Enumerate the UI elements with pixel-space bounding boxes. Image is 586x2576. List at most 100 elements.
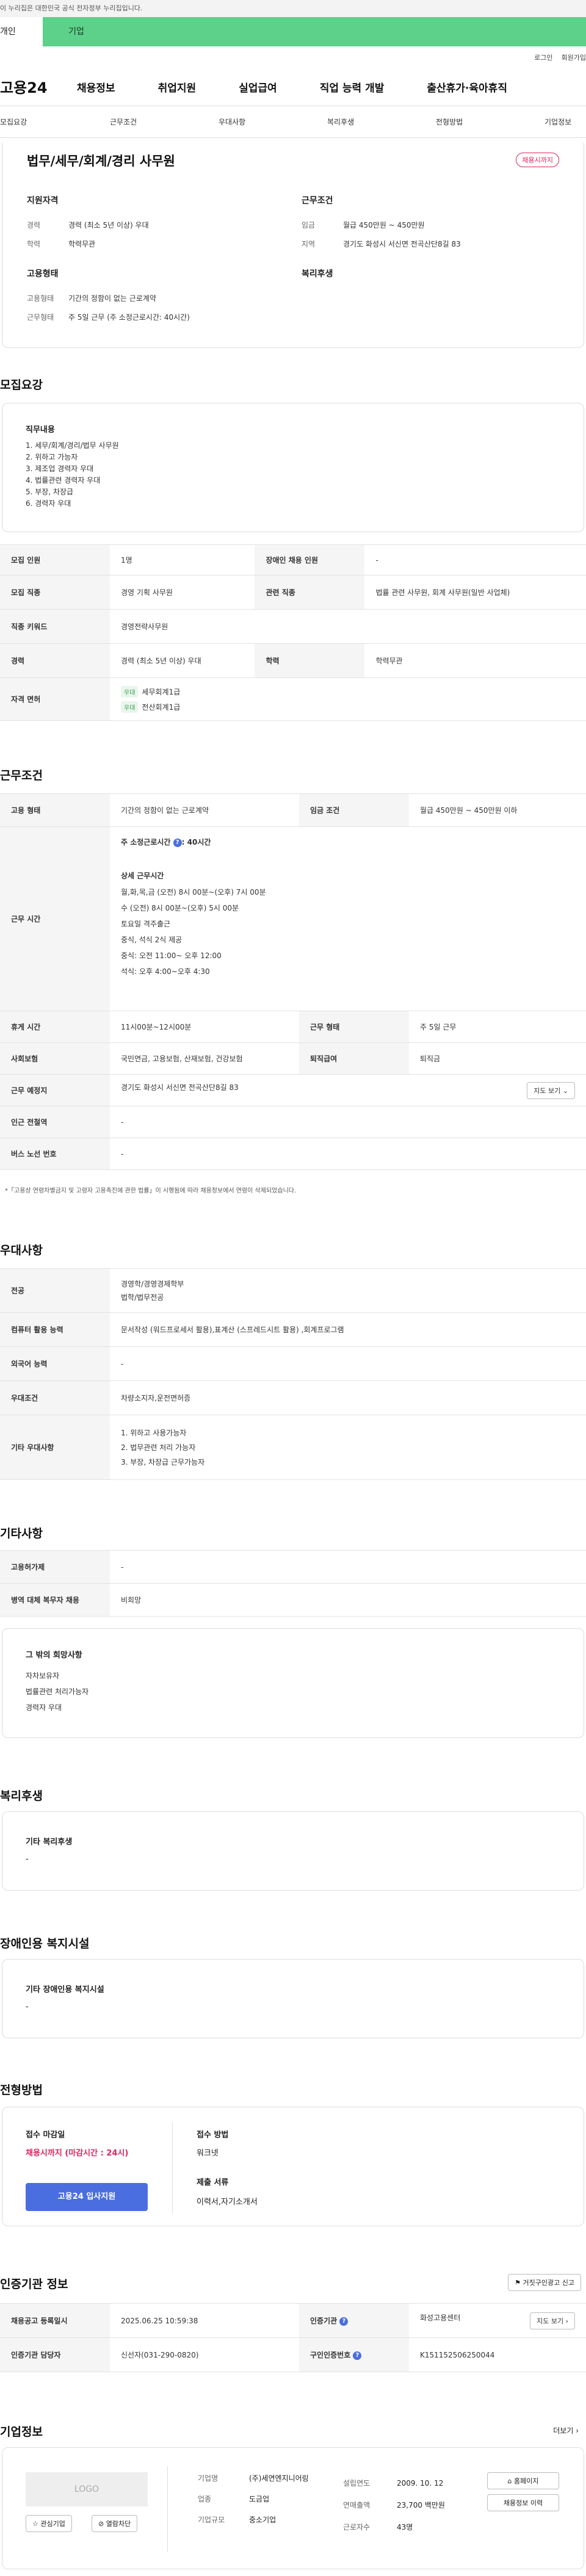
signup-link[interactable]: 회원가입: [562, 54, 586, 62]
main-nav: 채용정보 취업지원 실업급여 직업 능력 개발 출산휴가·육아휴직: [77, 79, 507, 95]
docs-title: 제출 서류: [197, 2178, 229, 2187]
etc-box-title: 그 밖의 희망사항: [26, 1651, 82, 1660]
block-button[interactable]: ⊘ 열람차단: [92, 2515, 138, 2532]
docs-value: 이력서,자기소개서: [197, 2198, 258, 2207]
subnav-recruit[interactable]: 모집요강: [0, 117, 27, 127]
nav-unemployment[interactable]: 실업급여: [239, 79, 277, 95]
disabled-box-title: 기타 장애인용 복지시설: [26, 1985, 104, 1994]
cell-value: -: [110, 1346, 586, 1381]
cell-label: 휴게 시간: [0, 1011, 110, 1043]
cell-label: 관련 직종: [255, 575, 365, 610]
site-logo[interactable]: 고용24: [0, 76, 48, 97]
company-title: 기업정보: [0, 2425, 43, 2439]
help-icon[interactable]: ?: [173, 838, 182, 847]
num-label-cell: 구인인증번호 ?: [299, 2337, 409, 2372]
subnav-screening[interactable]: 전형방법: [436, 117, 463, 127]
block-icon: ⊘: [98, 2520, 104, 2528]
login-link[interactable]: 로그인: [534, 54, 552, 62]
region-value: 경기도 화성시 서신면 전곡산단8길 83: [343, 240, 461, 248]
nav-training[interactable]: 직업 능력 개발: [320, 79, 385, 95]
subnav-welfare[interactable]: 복리후생: [327, 117, 354, 127]
gov-banner: 이 누리집은 대한민국 공식 전자정부 누리집입니다.: [0, 0, 586, 17]
nav-employment[interactable]: 취업지원: [158, 79, 197, 95]
cell-value: 경력 (최소 5년 이상) 우대: [110, 643, 255, 678]
help-icon[interactable]: ?: [339, 2317, 349, 2326]
org-label-cell: 인증기관 ?: [299, 2303, 409, 2338]
tab-company[interactable]: 기업: [43, 17, 110, 46]
cell-label: 기타 우대사항: [0, 1415, 110, 1480]
method-title: 접수 방법: [197, 2130, 229, 2140]
cell-value: 경영학/경영경제학부 법학/법무전공: [110, 1268, 586, 1313]
edu-label: 학력: [27, 240, 41, 248]
edu-value: 학력무관: [68, 240, 96, 248]
recruit-table: 모집 인원 1명 장애인 채용 인원 - 모집 직종 경영 기획 사무원 관련 직종 법률 …: [0, 544, 586, 721]
cell-value: 1. 위하고 사용가능자 2. 법무관련 처리 가능자 3. 부장, 차장급 근…: [110, 1415, 586, 1480]
method-value: 워크넷: [197, 2149, 219, 2158]
cell-label: 임금 조건: [299, 793, 409, 827]
chevron-right-icon: ›: [565, 2317, 568, 2325]
cell-label: 전공: [0, 1268, 110, 1313]
chevron-right-icon: ›: [576, 2426, 579, 2435]
hours-week-label: 주 소정근로시간: [121, 838, 171, 846]
cell-label: 경력: [0, 643, 110, 678]
cell-value: 1명: [110, 544, 255, 575]
region-label: 지역: [302, 240, 316, 248]
deadline-value: 채용시까지 (마감시간 : 24시): [26, 2149, 129, 2158]
nav-jobs[interactable]: 채용정보: [77, 79, 115, 95]
career-label: 경력: [27, 221, 41, 229]
screen-card: 접수 마감일 채용시까지 (마감시간 : 24시) 고용24 입사지원 접수 방…: [2, 2107, 584, 2226]
map-button-label: 지도 보기: [534, 1086, 561, 1095]
company-name: (주)세연엔지니어링: [249, 2474, 309, 2483]
org-map-button[interactable]: 지도 보기 ›: [530, 2312, 575, 2329]
cell-value: 법률 관련 사무원, 회계 사무원(일반 사업체): [364, 575, 586, 610]
cell-label: 인근 전철역: [0, 1106, 110, 1138]
status-badge: 채용시까지: [516, 153, 559, 167]
favorite-button[interactable]: ☆ 관심기업: [26, 2515, 72, 2532]
job-history-button[interactable]: 채용정보 이력: [487, 2494, 559, 2511]
map-button[interactable]: 지도 보기 ⌄: [527, 1081, 575, 1099]
nav-leave[interactable]: 출산휴가·육아휴직: [427, 79, 507, 95]
org-value: 화성고용센터: [420, 2313, 461, 2322]
duty-item: 1. 세무/회계/경리/법무 사무원: [26, 441, 119, 450]
company-logo: LOGO: [26, 2472, 148, 2506]
emp-type-label: 고용형태: [27, 294, 54, 303]
name-label: 기업명: [198, 2474, 219, 2483]
cell-label: 사회보험: [0, 1042, 110, 1075]
wage-value: 월급 450만원 ~ 450만원: [343, 221, 425, 229]
subnav-condition[interactable]: 근무조건: [110, 117, 137, 127]
org-map-button-label: 지도 보기: [537, 2317, 564, 2325]
tab-personal[interactable]: 개인: [0, 17, 43, 46]
cell-value: K151152506250044: [409, 2337, 586, 2372]
subnav-pref[interactable]: 우대사항: [219, 117, 245, 127]
duty-item: 4. 법률관련 경력자 우대: [26, 476, 101, 485]
etc-table: 고용허가제 - 병역 대체 복무자 채용 비희망: [0, 1550, 586, 1617]
deadline-title: 접수 마감일: [26, 2130, 65, 2140]
home-icon: ⌂: [507, 2477, 512, 2485]
screen-title: 전형방법: [0, 2084, 43, 2097]
cell-value: 11시00분~12시00분: [110, 1011, 299, 1043]
subnav-company[interactable]: 기업정보: [544, 117, 571, 127]
company-card: LOGO ☆ 관심기업 ⊘ 열람차단 기업명 (주)세연엔지니어링 업종 도금업 기…: [2, 2447, 584, 2569]
duty-list: 1. 세무/회계/경리/법무 사무원 2. 위하고 가능자 3. 제조업 경력자…: [26, 440, 119, 510]
welfare-title: 복리후생: [0, 1789, 43, 1803]
welfare-box-value: -: [26, 1855, 29, 1864]
license-list: 우대 세무회계1급 우대 전산회계1급: [110, 677, 586, 721]
cell-value: 학력무관: [364, 643, 586, 678]
job-title: 법무/세무/회계/경리 사무원: [27, 154, 175, 168]
industry-label: 업종: [198, 2495, 212, 2503]
work-label: 근무형태: [27, 313, 54, 322]
apply-button[interactable]: 고용24 입사지원: [26, 2183, 148, 2211]
report-button[interactable]: ⚑ 거짓구인광고 신고: [508, 2274, 581, 2291]
detail-line: 중식: 오전 11:00~ 오후 12:00: [121, 951, 222, 960]
more-link[interactable]: 더보기 ›: [553, 2425, 579, 2436]
auth-title: 인증기관 정보: [0, 2278, 68, 2291]
emp-type-value: 기간의 정함이 없는 근로계약: [68, 294, 156, 303]
homepage-button[interactable]: ⌂ 홈페이지: [487, 2472, 559, 2489]
etc-card: 그 밖의 희망사항 자차보유자 법률관련 처리가능자 경력자 우대: [2, 1628, 584, 1738]
detail-title: 상세 근무시간: [121, 871, 164, 880]
condition-title: 근무조건: [0, 769, 43, 782]
etc-item: 경력자 우대: [26, 1703, 62, 1712]
wage-label: 임금: [302, 221, 316, 229]
help-icon[interactable]: ?: [353, 2351, 362, 2360]
career-value: 경력 (최소 5년 이상) 우대: [68, 221, 149, 229]
